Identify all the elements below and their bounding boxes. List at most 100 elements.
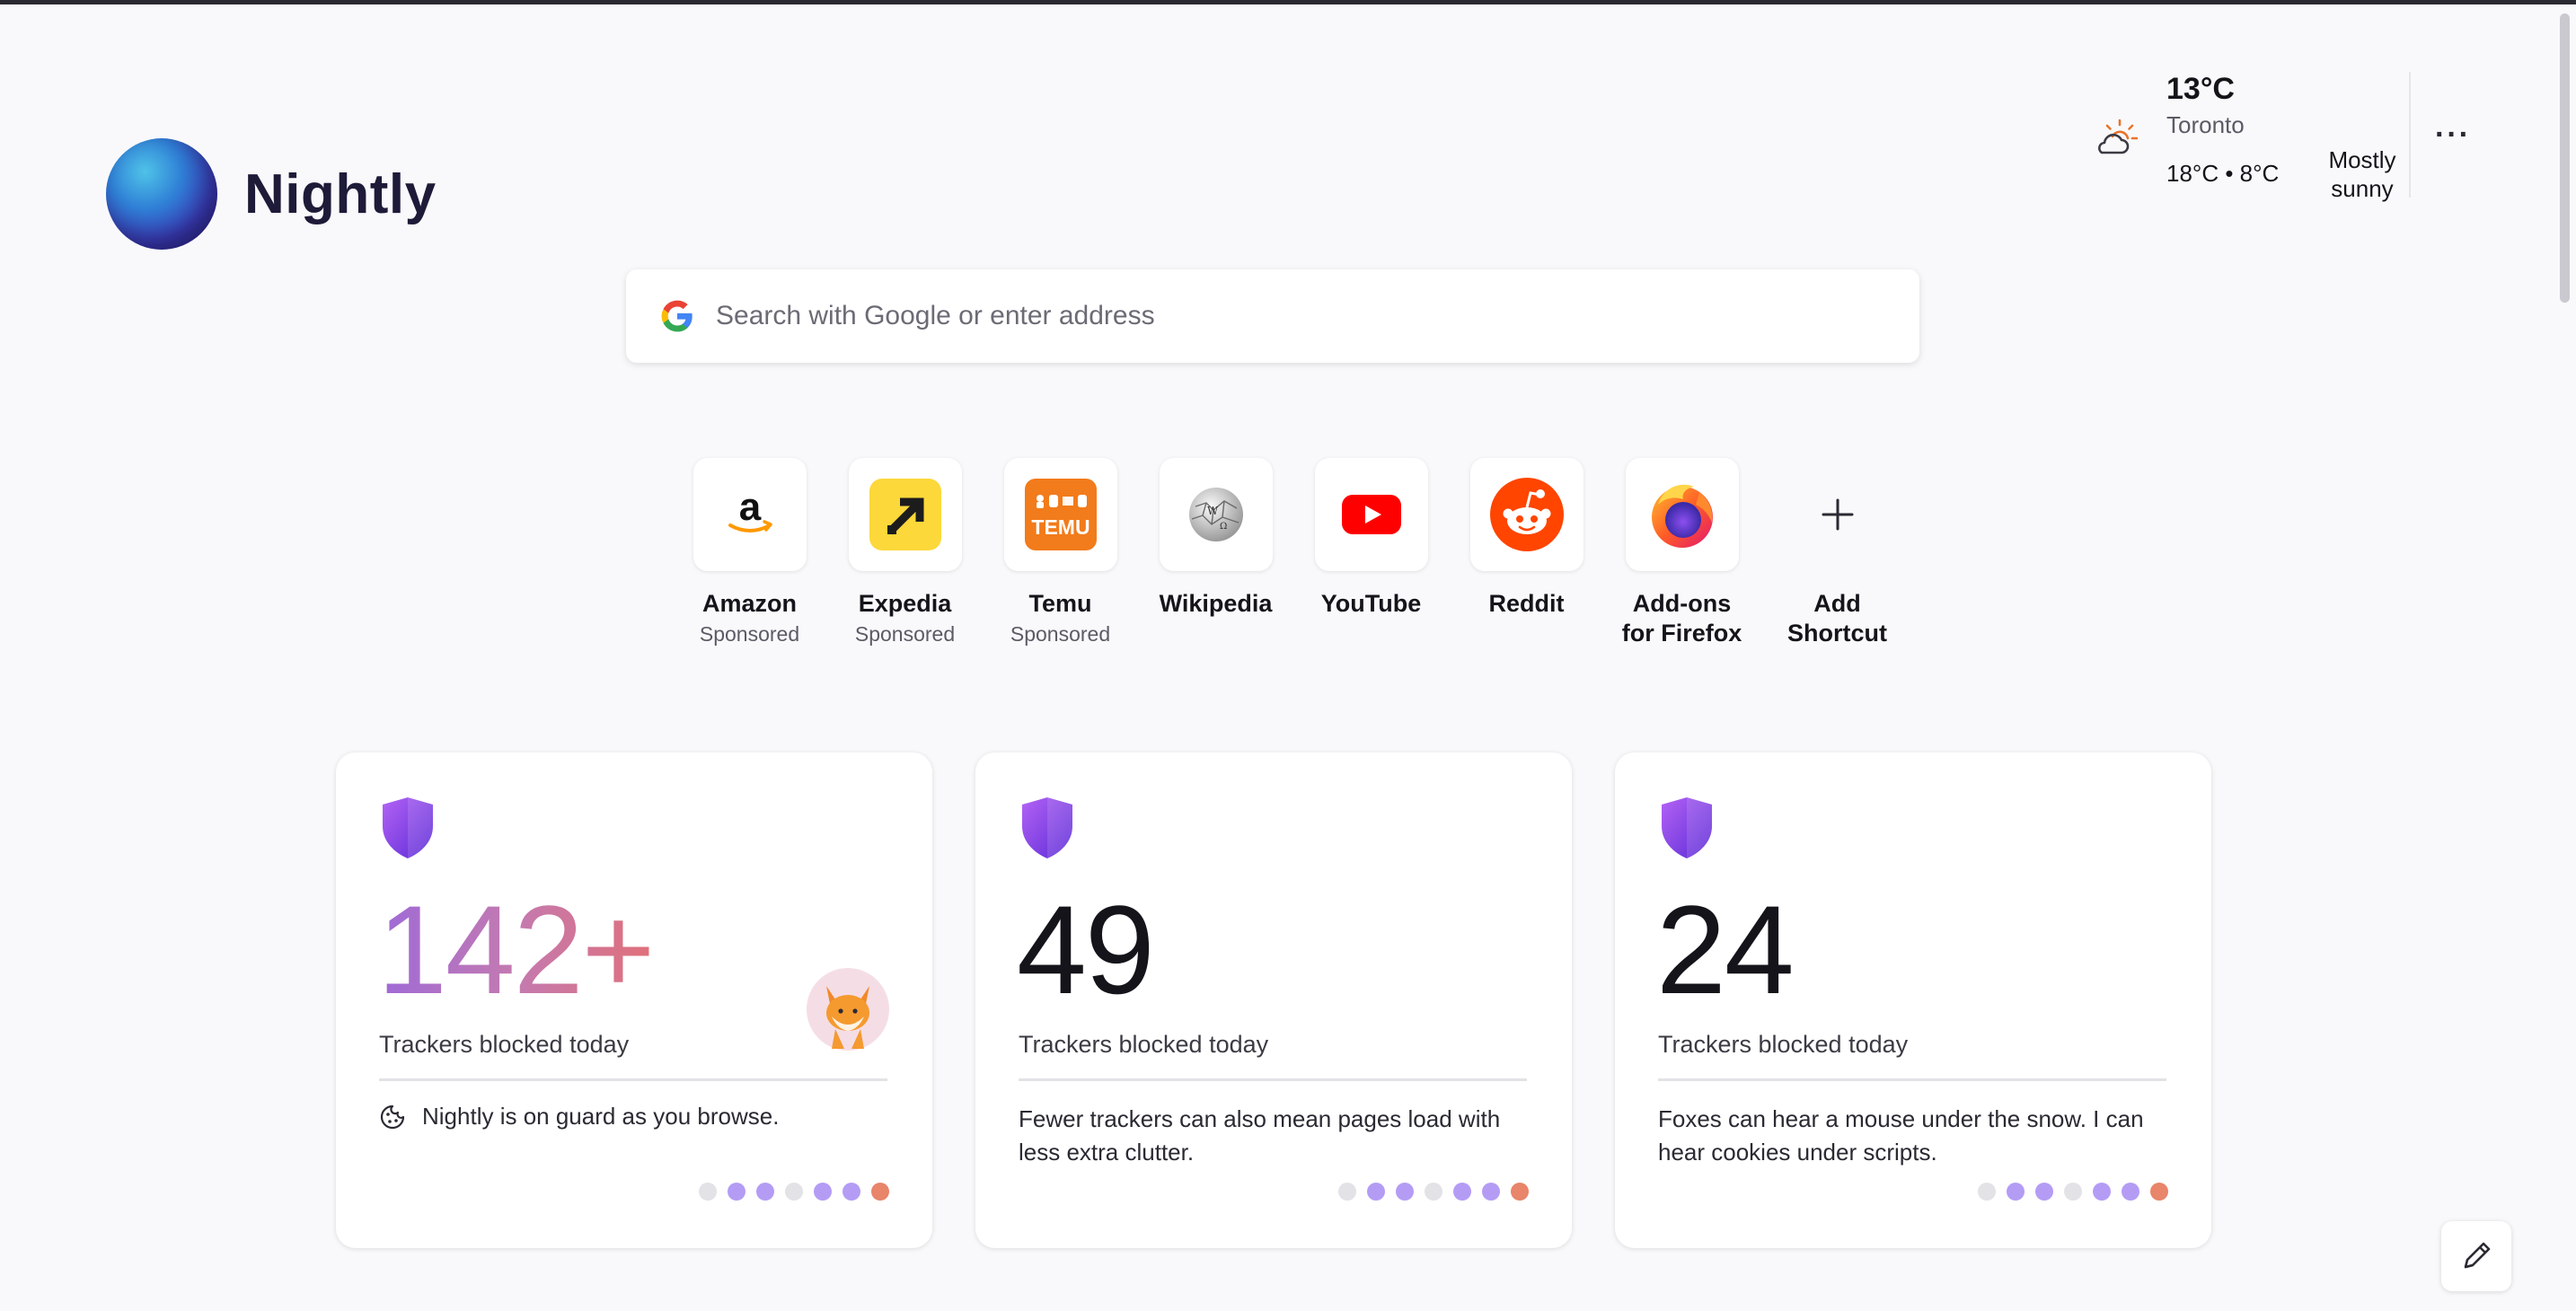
pagination-dot[interactable] xyxy=(871,1183,889,1201)
search-bar[interactable] xyxy=(626,269,1919,363)
tracker-count: 24 xyxy=(1656,879,1795,1020)
shortcut-tile[interactable]: a xyxy=(693,458,807,571)
pagination-dot[interactable] xyxy=(1425,1183,1442,1201)
card-message: Nightly is on guard as you browse. xyxy=(422,1103,780,1130)
pagination-dot[interactable] xyxy=(785,1183,803,1201)
pagination-dot[interactable] xyxy=(1511,1183,1529,1201)
more-options-button[interactable]: ··· xyxy=(2430,112,2475,157)
pagination-dot[interactable] xyxy=(756,1183,774,1201)
reddit-icon xyxy=(1489,478,1564,551)
pagination-dot[interactable] xyxy=(728,1183,745,1201)
tracker-count: 49 xyxy=(1017,879,1155,1020)
weather-condition: Mostly sunny xyxy=(2328,146,2396,202)
temu-icon: TEMU xyxy=(1024,479,1097,550)
weather-range: 18°C • 8°C xyxy=(2166,160,2280,187)
svg-text:W: W xyxy=(1207,505,1219,517)
pagination-dot[interactable] xyxy=(1338,1183,1356,1201)
shortcut-label: Add-ons for Firefox xyxy=(1621,590,1742,647)
shortcut-tile[interactable] xyxy=(1781,458,1894,571)
weather-divider xyxy=(2409,72,2411,198)
tracker-label: Trackers blocked today xyxy=(1658,1031,1909,1058)
weather-widget[interactable]: 13°C Toronto 18°C • 8°C Mostly sunny xyxy=(2093,70,2416,205)
sponsored-label: Sponsored xyxy=(1010,622,1111,646)
shield-icon xyxy=(1022,797,1072,858)
pagination-dot[interactable] xyxy=(2035,1183,2053,1201)
window-top-border xyxy=(0,0,2576,4)
top-sites: a Amazon Sponsored Expedia Sponsored TEM… xyxy=(672,458,1915,648)
tracker-label: Trackers blocked today xyxy=(1019,1031,1269,1058)
page-scrollbar[interactable] xyxy=(2553,4,2576,1311)
tracker-count: 142+ xyxy=(377,879,655,1020)
shortcut-reddit[interactable]: Reddit xyxy=(1449,458,1604,648)
partly-sunny-icon xyxy=(2098,119,2138,154)
shortcut-label: Add Shortcut xyxy=(1787,590,1887,647)
card-pagination-dots xyxy=(1328,1183,1529,1201)
plus-icon xyxy=(1822,498,1853,531)
pagination-dot[interactable] xyxy=(1978,1183,1996,1201)
pagination-dot[interactable] xyxy=(2064,1183,2082,1201)
pagination-dot[interactable] xyxy=(2122,1183,2139,1201)
shortcut-label: Wikipedia xyxy=(1159,590,1273,617)
shortcut-tile[interactable]: W Ω xyxy=(1159,458,1273,571)
pagination-dot[interactable] xyxy=(1367,1183,1385,1201)
pagination-dot[interactable] xyxy=(2093,1183,2111,1201)
svg-text:Ω: Ω xyxy=(1220,522,1227,532)
shortcut-addons[interactable]: Add-ons for Firefox xyxy=(1604,458,1760,648)
pagination-dot[interactable] xyxy=(814,1183,832,1201)
card-message: Foxes can hear a mouse under the snow. I… xyxy=(1658,1105,2144,1166)
pagination-dot[interactable] xyxy=(2007,1183,2025,1201)
more-icon: ··· xyxy=(2435,117,2471,152)
firefox-icon xyxy=(1651,484,1713,548)
amazon-icon: a xyxy=(728,486,772,532)
shortcut-tile[interactable] xyxy=(848,458,962,571)
pagination-dot[interactable] xyxy=(1482,1183,1500,1201)
pagination-dot[interactable] xyxy=(2150,1183,2168,1201)
card-pagination-dots xyxy=(1967,1183,2168,1201)
add-shortcut-button[interactable]: Add Shortcut xyxy=(1760,458,1915,648)
tracker-card-1[interactable]: 142+ Trackers blocked today Nightly is o… xyxy=(336,752,932,1248)
shortcut-tile[interactable] xyxy=(1469,458,1584,571)
shortcut-tile[interactable] xyxy=(1625,458,1739,571)
shortcut-label: Amazon xyxy=(701,590,797,617)
pagination-dot[interactable] xyxy=(699,1183,717,1201)
tracker-label: Trackers blocked today xyxy=(379,1031,630,1058)
card-divider xyxy=(1019,1078,1527,1081)
weather-city: Toronto xyxy=(2166,111,2245,138)
tracker-card-3[interactable]: 24 Trackers blocked today Foxes can hear… xyxy=(1615,752,2211,1248)
shortcut-label: YouTube xyxy=(1320,590,1422,617)
weather-temperature: 13°C xyxy=(2166,72,2235,106)
shortcut-youtube[interactable]: YouTube xyxy=(1293,458,1449,648)
pencil-icon xyxy=(2464,1242,2491,1269)
svg-text:TEMU: TEMU xyxy=(1031,515,1090,539)
wikipedia-icon: W Ω xyxy=(1188,488,1243,541)
brand-logo: Nightly xyxy=(106,138,437,250)
pagination-dot[interactable] xyxy=(1396,1183,1414,1201)
shortcut-label: Expedia xyxy=(858,590,952,617)
shield-icon xyxy=(1662,797,1712,858)
card-divider xyxy=(1658,1078,2166,1081)
pagination-dot[interactable] xyxy=(842,1183,860,1201)
card-message-row: Nightly is on guard as you browse. xyxy=(379,1103,779,1131)
card-divider xyxy=(379,1078,887,1081)
shortcut-expedia[interactable]: Expedia Sponsored xyxy=(827,458,983,648)
shortcut-wikipedia[interactable]: W Ω Wikipedia xyxy=(1138,458,1293,648)
search-input[interactable] xyxy=(716,301,1883,331)
expedia-icon xyxy=(869,479,941,550)
shortcut-temu[interactable]: TEMU Temu Sponsored xyxy=(983,458,1138,648)
shortcut-tile[interactable]: TEMU xyxy=(1003,458,1117,571)
tracker-card-2[interactable]: 49 Trackers blocked today Fewer trackers… xyxy=(975,752,1572,1248)
pagination-dot[interactable] xyxy=(1453,1183,1471,1201)
card-message: Fewer trackers can also mean pages load … xyxy=(1019,1105,1501,1166)
shortcut-tile[interactable] xyxy=(1314,458,1428,571)
shortcut-label: Temu xyxy=(1028,590,1092,617)
google-icon xyxy=(661,300,693,332)
scrollbar-thumb[interactable] xyxy=(2560,13,2570,303)
sponsored-label: Sponsored xyxy=(699,622,800,646)
shortcut-amazon[interactable]: a Amazon Sponsored xyxy=(672,458,827,648)
card-pagination-dots xyxy=(688,1183,889,1201)
fox-mascot-icon xyxy=(807,968,889,1051)
cookie-icon xyxy=(380,1104,405,1129)
customize-button[interactable] xyxy=(2441,1221,2511,1291)
brand-name: Nightly xyxy=(244,163,437,225)
svg-text:a: a xyxy=(738,486,761,529)
